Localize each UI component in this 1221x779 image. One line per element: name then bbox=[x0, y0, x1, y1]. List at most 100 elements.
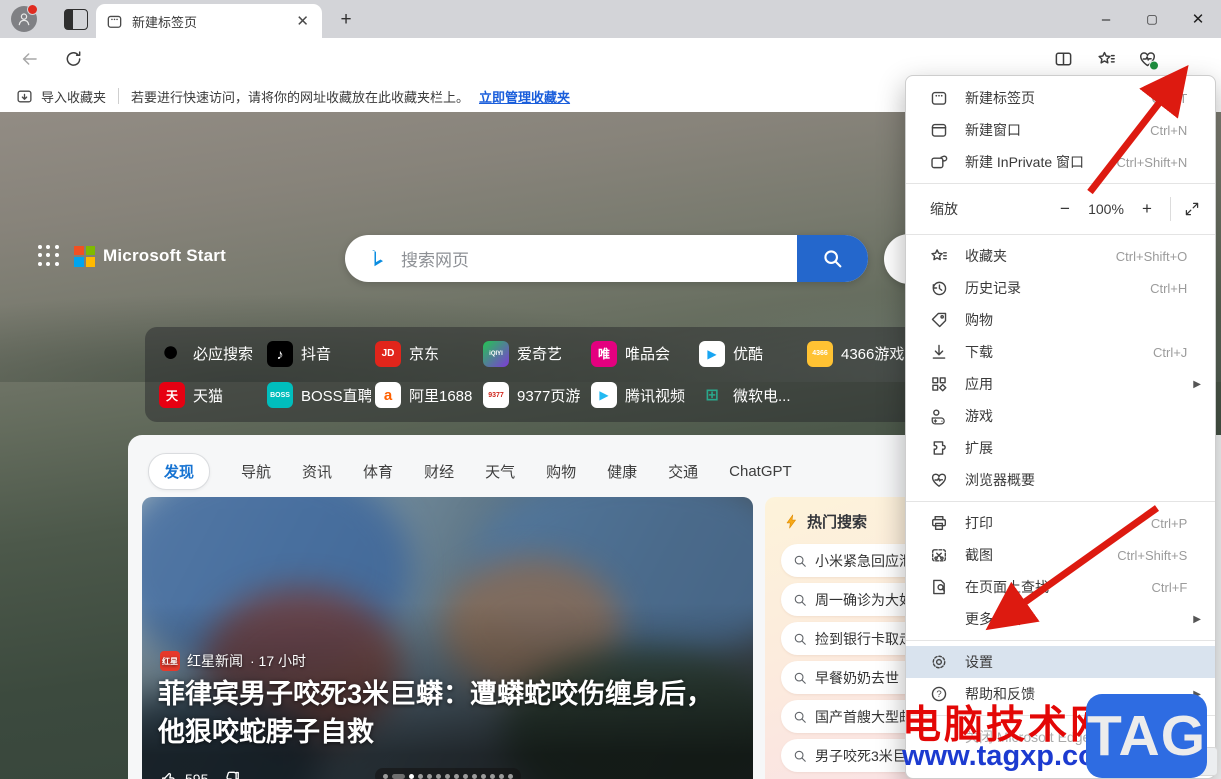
menu-item-screenshot[interactable]: 截图 Ctrl+Shift+S ▶ bbox=[906, 539, 1215, 571]
navigation-toolbar: ··· bbox=[0, 38, 1221, 114]
quick-link[interactable]: ♪ 抖音 bbox=[267, 340, 371, 367]
menu-item-downloads[interactable]: 下载 Ctrl+J ▶ bbox=[906, 336, 1215, 368]
fullscreen-icon[interactable] bbox=[1179, 196, 1205, 222]
tab-workspaces-icon[interactable] bbox=[64, 9, 88, 30]
quick-link[interactable]: 9377 9377页游 bbox=[483, 382, 587, 409]
hero-news-card[interactable]: 红星 红星新闻 · 17 小时 菲律宾男子咬死3米巨蟒：遭蟒蛇咬伤缠身后，他狠咬… bbox=[142, 497, 753, 779]
zoom-out-button[interactable]: − bbox=[1050, 199, 1080, 219]
inprivate-icon bbox=[930, 153, 948, 171]
window-minimize-button[interactable]: – bbox=[1083, 0, 1129, 38]
quick-link-label: BOSS直聘 bbox=[301, 387, 371, 405]
menu-item-shopping[interactable]: 购物 ▶ bbox=[906, 304, 1215, 336]
menu-item-extensions[interactable]: 扩展 ▶ bbox=[906, 432, 1215, 464]
menu-item-browser-essentials[interactable]: 浏览器概要 ▶ bbox=[906, 464, 1215, 496]
menu-item-new-tab[interactable]: 新建标签页 Ctrl+T ▶ bbox=[906, 82, 1215, 114]
split-screen-icon[interactable] bbox=[1054, 50, 1073, 69]
tab-close-icon[interactable]: ✕ bbox=[293, 12, 312, 30]
quick-link-label: 爱奇艺 bbox=[517, 346, 563, 364]
quick-link[interactable]: a 阿里1688 bbox=[375, 382, 479, 409]
zoom-value: 100% bbox=[1088, 201, 1124, 217]
feed-tab-资讯[interactable]: 资讯 bbox=[302, 461, 332, 482]
search-placeholder: 搜索网页 bbox=[401, 251, 469, 270]
quick-link[interactable]: ▶ 腾讯视频 bbox=[591, 382, 695, 409]
menu-item-new-inprivate[interactable]: 新建 InPrivate 窗口 Ctrl+Shift+N ▶ bbox=[906, 146, 1215, 178]
quick-link-label: 阿里1688 bbox=[409, 387, 473, 405]
hot-search-text: 捡到银行卡取走 bbox=[815, 630, 913, 647]
menu-item-new-window[interactable]: 新建窗口 Ctrl+N ▶ bbox=[906, 114, 1215, 146]
quick-link-label: 9377页游 bbox=[517, 387, 581, 405]
publish-time: · 17 小时 bbox=[250, 653, 307, 669]
quick-link[interactable]: JD 京东 bbox=[375, 340, 479, 367]
feed-tab-ChatGPT[interactable]: ChatGPT bbox=[729, 463, 792, 480]
thumbs-up-icon[interactable] bbox=[160, 770, 177, 779]
quick-link[interactable]: BOSS BOSS直聘 bbox=[267, 382, 371, 409]
quick-link[interactable]: ▶ 优酷 bbox=[699, 340, 803, 367]
quick-link[interactable]: 天 天猫 bbox=[159, 382, 263, 409]
refresh-icon[interactable] bbox=[64, 50, 83, 69]
new-tab-icon bbox=[930, 89, 948, 107]
page-header: Microsoft Start bbox=[38, 245, 226, 267]
ali1688-icon: a bbox=[375, 382, 401, 409]
feed-tab-财经[interactable]: 财经 bbox=[424, 461, 454, 482]
feed-tab-健康[interactable]: 健康 bbox=[607, 461, 637, 482]
browser-essentials-icon[interactable] bbox=[1138, 50, 1159, 71]
menu-item-find-on-page[interactable]: 在页面上查找 Ctrl+F ▶ bbox=[906, 571, 1215, 603]
quick-link[interactable]: ⊞ 微软电... bbox=[699, 382, 803, 408]
menu-item-history[interactable]: 历史记录 Ctrl+H ▶ bbox=[906, 272, 1215, 304]
gear-icon bbox=[930, 653, 948, 671]
browser-tab[interactable]: 新建标签页 ✕ bbox=[96, 4, 322, 38]
waffle-menu-icon[interactable] bbox=[38, 245, 60, 267]
feed-tab-天气[interactable]: 天气 bbox=[485, 461, 515, 482]
window-close-button[interactable]: ✕ bbox=[1175, 0, 1221, 38]
menu-item-games[interactable]: 游戏 ▶ bbox=[906, 400, 1215, 432]
zoom-label: 缩放 bbox=[930, 201, 958, 217]
heart-pulse-icon bbox=[930, 471, 948, 489]
quick-link[interactable]: 必应搜索 bbox=[159, 341, 263, 367]
zoom-in-button[interactable]: + bbox=[1132, 199, 1162, 219]
hot-search-text: 男子咬死3米巨 bbox=[815, 747, 907, 764]
thumbs-down-icon[interactable] bbox=[224, 770, 241, 779]
iqiyi-icon: iQIYI bbox=[483, 340, 509, 367]
window-maximize-button[interactable]: ▢ bbox=[1129, 0, 1175, 38]
feed-tab-发现[interactable]: 发现 bbox=[148, 453, 211, 490]
tab-title: 新建标签页 bbox=[132, 14, 198, 30]
carousel-dots[interactable] bbox=[374, 768, 521, 779]
favorites-collections-icon[interactable] bbox=[1097, 50, 1116, 69]
puzzle-icon bbox=[930, 439, 948, 457]
quick-link-label: 唯品会 bbox=[625, 346, 671, 364]
title-bar: 新建标签页 ✕ + – ▢ ✕ bbox=[0, 0, 1221, 38]
manage-favorites-link[interactable]: 立即管理收藏夹 bbox=[479, 87, 570, 106]
web-search-box[interactable]: 搜索网页 bbox=[345, 235, 868, 282]
apps-icon bbox=[930, 375, 948, 393]
quick-link[interactable]: iQIYI 爱奇艺 bbox=[483, 340, 587, 367]
menu-item-print[interactable]: 打印 Ctrl+P ▶ bbox=[906, 507, 1215, 539]
quick-link-label: 京东 bbox=[409, 346, 440, 364]
tag-icon bbox=[930, 311, 948, 329]
import-favorites-label[interactable]: 导入收藏夹 bbox=[41, 87, 106, 106]
news-headline[interactable]: 菲律宾男子咬死3米巨蟒：遭蟒蛇咬伤缠身后，他狠咬蛇脖子自救 bbox=[158, 675, 733, 751]
youku-icon: ▶ bbox=[699, 340, 725, 367]
quick-link-label: 优酷 bbox=[733, 346, 764, 364]
menu-item-settings[interactable]: 设置 ▶ bbox=[906, 646, 1215, 678]
new-tab-button[interactable]: + bbox=[334, 8, 358, 32]
feed-tab-导航[interactable]: 导航 bbox=[241, 461, 271, 482]
back-icon[interactable] bbox=[20, 50, 39, 69]
feed-tab-体育[interactable]: 体育 bbox=[363, 461, 393, 482]
quick-link[interactable]: 4366 4366游戏 bbox=[807, 340, 911, 367]
search-submit-button[interactable] bbox=[797, 235, 868, 282]
source-name: 红星新闻 bbox=[187, 653, 243, 669]
search-icon bbox=[793, 710, 807, 724]
quick-link[interactable]: 唯 唯品会 bbox=[591, 340, 695, 367]
hot-search-text: 早餐奶奶去世 bbox=[815, 669, 899, 686]
divider bbox=[118, 88, 120, 104]
feed-tab-购物[interactable]: 购物 bbox=[546, 461, 576, 482]
green-check-badge bbox=[1149, 60, 1159, 71]
feed-tab-交通[interactable]: 交通 bbox=[668, 461, 698, 482]
menu-item-apps[interactable]: 应用 ▶ bbox=[906, 368, 1215, 400]
browser-more-menu: 新建标签页 Ctrl+T ▶ 新建窗口 Ctrl+N ▶ 新建 InPrivat… bbox=[905, 75, 1216, 779]
menu-item-more-tools[interactable]: 更多工具 ▶ bbox=[906, 603, 1215, 635]
menu-item-favorites[interactable]: 收藏夹 Ctrl+Shift+O ▶ bbox=[906, 240, 1215, 272]
profile-avatar[interactable] bbox=[11, 4, 38, 32]
hot-search-text: 周一确诊为大如 bbox=[815, 591, 913, 608]
menu-separator bbox=[906, 640, 1215, 641]
